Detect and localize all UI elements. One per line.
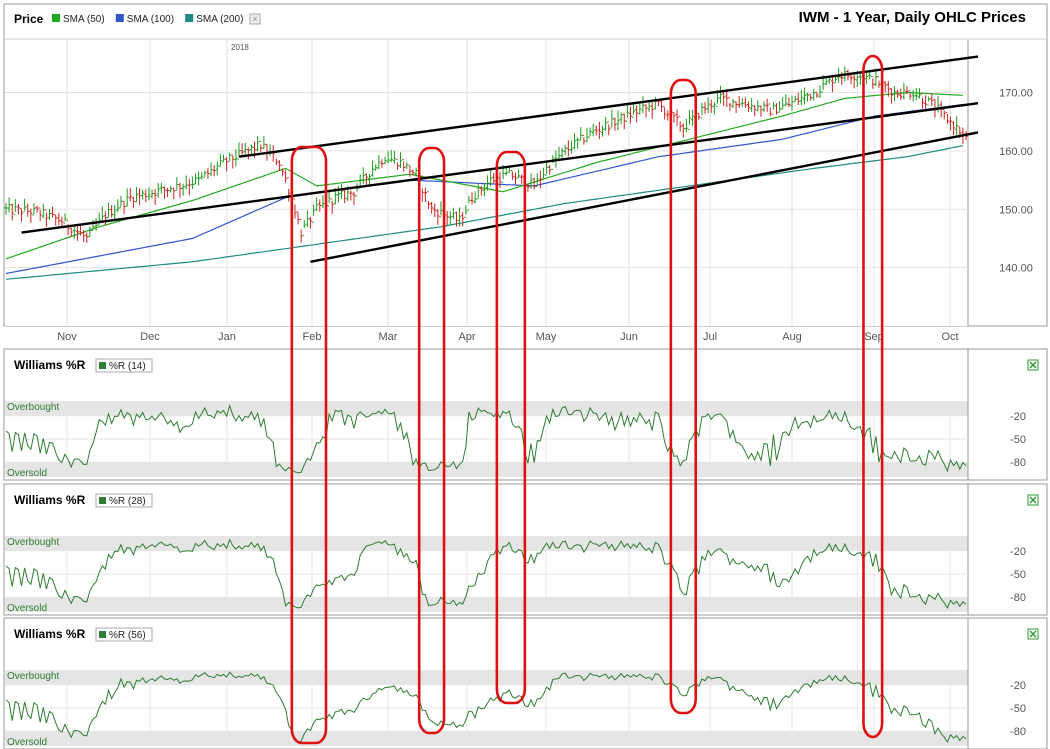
wr-legend-label: %R (56) bbox=[109, 630, 146, 641]
month-tick-label: May bbox=[536, 331, 557, 343]
legend-item-label: SMA (200) bbox=[196, 14, 243, 25]
overbought-zone bbox=[5, 670, 968, 686]
oversold-zone bbox=[5, 730, 968, 746]
chart-title: IWM - 1 Year, Daily OHLC Prices bbox=[799, 9, 1026, 26]
overbought-zone bbox=[5, 401, 968, 417]
year-marker: 2018 bbox=[231, 43, 249, 52]
month-tick-label: Aug bbox=[782, 331, 802, 343]
price-y-tick-label: 170.00 bbox=[999, 88, 1033, 100]
wr-y-tick-label: -80 bbox=[1010, 592, 1026, 604]
month-tick-label: Jul bbox=[703, 331, 717, 343]
wr-y-tick-label: -80 bbox=[1010, 457, 1026, 469]
wr-legend-swatch bbox=[99, 631, 106, 638]
price-y-tick-label: 150.00 bbox=[999, 204, 1033, 216]
oversold-label: Oversold bbox=[7, 603, 47, 614]
oversold-label: Oversold bbox=[7, 468, 47, 479]
month-tick-label: Mar bbox=[379, 331, 398, 343]
wr-y-tick-label: -50 bbox=[1010, 703, 1026, 715]
legend-item-label: SMA (100) bbox=[127, 14, 174, 25]
month-tick-label: Nov bbox=[57, 331, 77, 343]
overbought-label: Overbought bbox=[7, 671, 59, 682]
oversold-zone bbox=[5, 461, 968, 477]
wr-y-tick-label: -20 bbox=[1010, 546, 1026, 558]
wr-legend-swatch bbox=[99, 497, 106, 504]
overbought-zone bbox=[5, 536, 968, 552]
legend-item-label: SMA (50) bbox=[63, 14, 105, 25]
wr-panel-title: Williams %R bbox=[14, 493, 86, 507]
price-y-tick-label: 140.00 bbox=[999, 263, 1033, 275]
oversold-zone bbox=[5, 596, 968, 612]
wr-legend-label: %R (14) bbox=[109, 361, 146, 372]
month-tick-label: Oct bbox=[941, 331, 958, 343]
wr-y-tick-label: -50 bbox=[1010, 569, 1026, 581]
wr-y-tick-label: -20 bbox=[1010, 411, 1026, 423]
price-legend: SMA (50) SMA (100) SMA (200) bbox=[52, 14, 243, 25]
month-tick-label: Feb bbox=[303, 331, 322, 343]
stock-chart: Price IWM - 1 Year, Daily OHLC Prices SM… bbox=[3, 3, 1048, 749]
wr-y-tick-label: -20 bbox=[1010, 680, 1026, 692]
overbought-label: Overbought bbox=[7, 537, 59, 548]
legend-swatch bbox=[52, 14, 60, 22]
month-tick-label: Jun bbox=[620, 331, 638, 343]
wr-legend-swatch bbox=[99, 362, 106, 369]
price-y-tick-label: 160.00 bbox=[999, 146, 1033, 158]
oversold-label: Oversold bbox=[7, 737, 47, 748]
overbought-label: Overbought bbox=[7, 402, 59, 413]
price-panel-label: Price bbox=[14, 12, 44, 26]
month-tick-label: Apr bbox=[458, 331, 475, 343]
legend-close-glyph: × bbox=[252, 14, 257, 24]
wr-y-tick-label: -80 bbox=[1010, 726, 1026, 738]
wr-panel-title: Williams %R bbox=[14, 358, 86, 372]
legend-swatch bbox=[185, 14, 194, 22]
wr-panel-title: Williams %R bbox=[14, 627, 86, 641]
legend-swatch bbox=[115, 14, 124, 22]
month-tick-label: Dec bbox=[140, 331, 160, 343]
month-tick-label: Jan bbox=[218, 331, 236, 343]
wr-y-tick-label: -50 bbox=[1010, 434, 1026, 446]
month-ticks: Nov Dec Jan Feb Mar Apr May Jun Jul Aug Sep Oct bbox=[57, 331, 958, 343]
wr-legend-label: %R (28) bbox=[109, 496, 146, 507]
